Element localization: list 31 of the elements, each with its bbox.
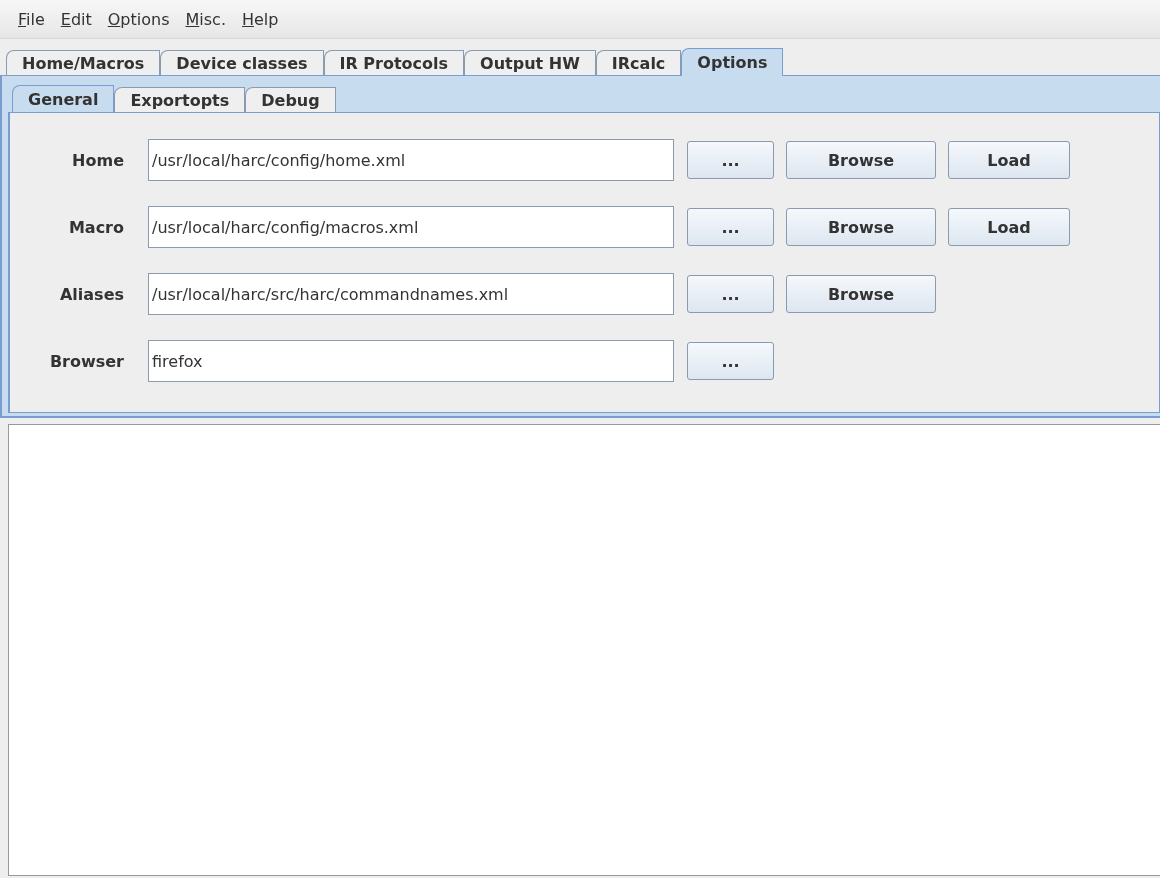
input-field[interactable]: /usr/local/harc/config/macros.xml xyxy=(148,206,674,248)
ellipsis-button[interactable]: ... xyxy=(687,208,774,246)
tab[interactable]: Debug xyxy=(245,87,336,112)
tab[interactable]: Options xyxy=(681,48,784,76)
tab[interactable]: Exportopts xyxy=(114,87,246,112)
ellipsis-button[interactable]: ... xyxy=(687,342,774,380)
browse-button[interactable]: Browse xyxy=(786,275,936,313)
input-field[interactable]: firefox xyxy=(148,340,674,382)
menu-item[interactable]: Options xyxy=(99,9,178,29)
ellipsis-button[interactable]: ... xyxy=(687,275,774,313)
field-label: Home xyxy=(71,150,124,170)
ellipsis-button[interactable]: ... xyxy=(687,141,774,179)
tab[interactable]: Device classes xyxy=(160,50,324,75)
field-label: Macro xyxy=(67,217,124,237)
menu-item[interactable]: Help xyxy=(234,9,287,29)
browse-button[interactable]: Browse xyxy=(786,208,936,246)
field-label: Browser xyxy=(48,351,124,371)
tab[interactable]: Output HW xyxy=(464,50,596,75)
tab[interactable]: IRcalc xyxy=(595,50,682,75)
tab[interactable]: IR Protocols xyxy=(323,50,465,75)
menu-item[interactable]: File xyxy=(10,9,53,29)
load-button[interactable]: Load xyxy=(948,141,1070,179)
field-label: Aliases xyxy=(58,284,124,304)
menu-item[interactable]: Misc. xyxy=(177,9,234,29)
tab[interactable]: General xyxy=(12,85,115,113)
input-field[interactable]: /usr/local/harc/src/harc/commandnames.xml xyxy=(148,273,674,315)
browse-button[interactable]: Browse xyxy=(786,141,936,179)
tab[interactable]: Home/Macros xyxy=(6,50,161,75)
load-button[interactable]: Load xyxy=(948,208,1070,246)
input-field[interactable]: /usr/local/harc/config/home.xml xyxy=(148,139,674,181)
menu-item[interactable]: Edit xyxy=(52,9,100,29)
